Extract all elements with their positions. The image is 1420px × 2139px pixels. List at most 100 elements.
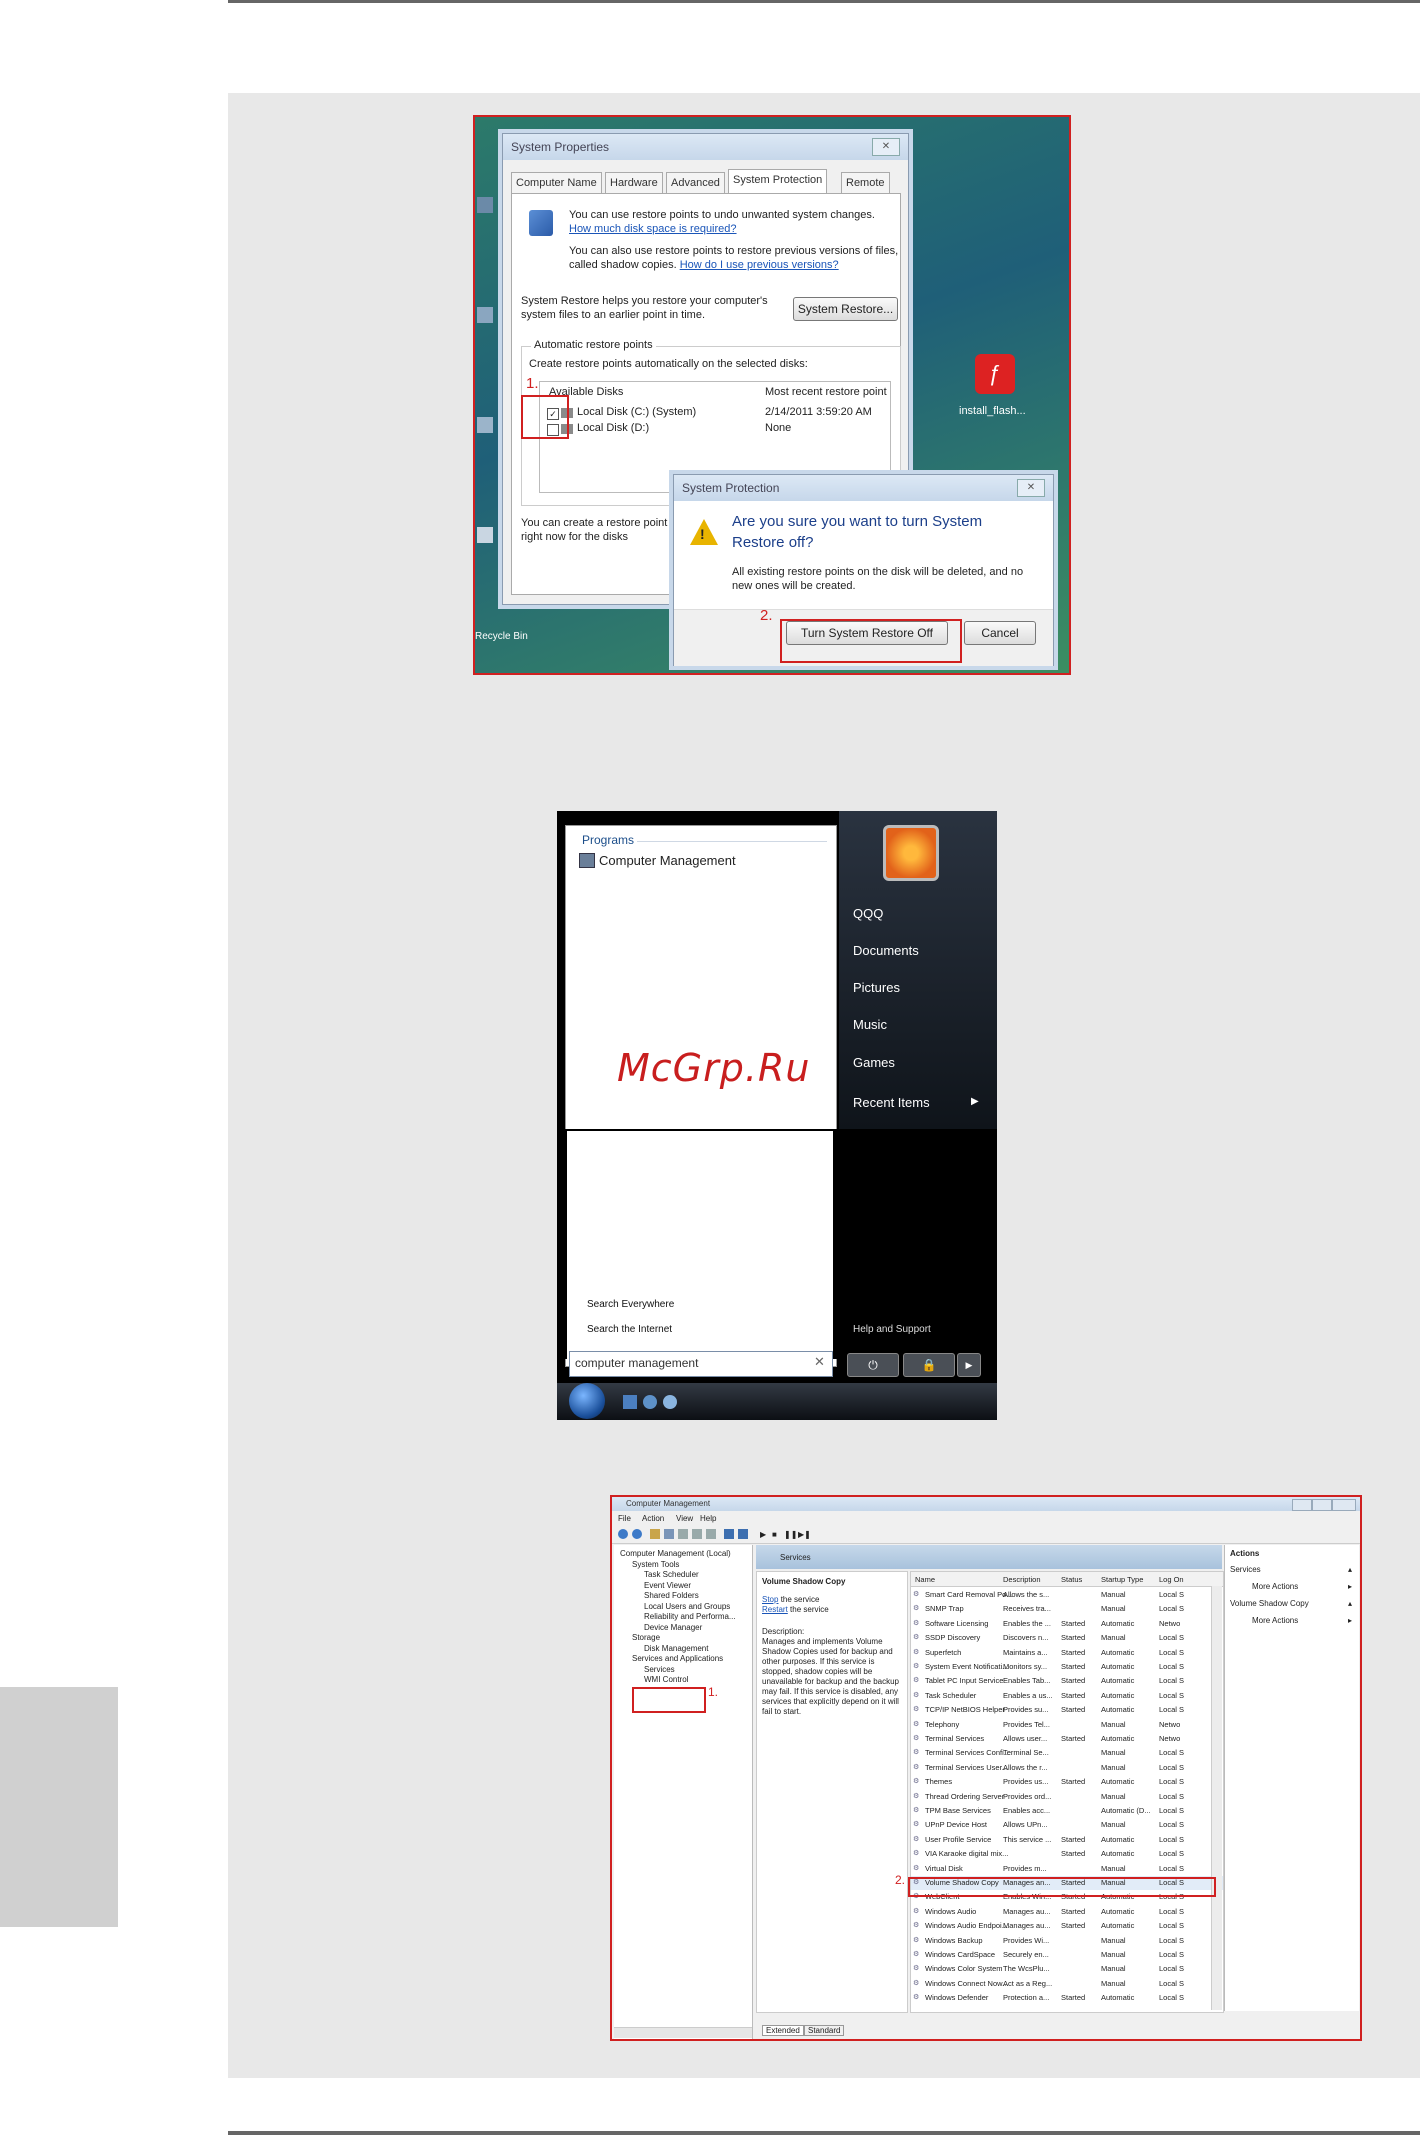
tab-system-protection[interactable]: System Protection bbox=[728, 169, 828, 194]
tab-advanced[interactable]: Advanced bbox=[666, 172, 725, 193]
start-item-games[interactable]: Games bbox=[853, 1055, 895, 1070]
table-scrollbar[interactable] bbox=[1211, 1586, 1222, 2010]
close-icon[interactable] bbox=[1332, 1499, 1356, 1511]
close-icon[interactable]: ✕ bbox=[1017, 479, 1045, 497]
tree-item[interactable]: Services bbox=[644, 1665, 675, 1674]
table-row[interactable]: Tablet PC Input Service Enables Tab... Sta… bbox=[911, 1674, 1223, 1688]
restart-service-link[interactable]: Restart bbox=[762, 1605, 788, 1614]
table-row[interactable]: Virtual Disk Provides m... Manual Local S ⚙ bbox=[911, 1862, 1223, 1876]
search-internet-link[interactable]: Search the Internet bbox=[587, 1324, 672, 1335]
recycle-bin-icon[interactable] bbox=[477, 527, 493, 543]
table-row[interactable]: Windows CardSpace Securely en... Manual Loc… bbox=[911, 1948, 1223, 1962]
clear-search-icon[interactable]: ✕ bbox=[814, 1354, 825, 1370]
desktop-icon[interactable] bbox=[477, 417, 493, 433]
stop-service-link[interactable]: Stop bbox=[762, 1595, 778, 1604]
table-row[interactable]: Telephony Provides Tel... Manual Netwo ⚙ bbox=[911, 1718, 1223, 1732]
quick-launch-icon[interactable] bbox=[643, 1395, 657, 1409]
forward-icon[interactable] bbox=[632, 1529, 642, 1539]
tree-item[interactable]: Storage bbox=[632, 1633, 660, 1642]
table-row[interactable]: System Event Notificati... Monitors sy...… bbox=[911, 1660, 1223, 1674]
menu-help[interactable]: Help bbox=[700, 1514, 716, 1523]
toolbar-icon[interactable] bbox=[692, 1529, 702, 1539]
table-row[interactable]: Windows Color System The WcsPlu... Manual L… bbox=[911, 1962, 1223, 1976]
search-everywhere-link[interactable]: Search Everywhere bbox=[587, 1299, 674, 1310]
lock-button[interactable]: 🔒 bbox=[903, 1353, 955, 1377]
desktop-icon[interactable] bbox=[477, 307, 493, 323]
tree-item[interactable]: Services and Applications bbox=[632, 1654, 723, 1663]
table-row[interactable]: VIA Karaoke digital mix... Started Automat… bbox=[911, 1847, 1223, 1861]
quick-launch-icon[interactable] bbox=[663, 1395, 677, 1409]
start-item-music[interactable]: Music bbox=[853, 1017, 887, 1032]
toolbar-icon[interactable] bbox=[738, 1529, 748, 1539]
restart-icon[interactable]: ▶❚ bbox=[798, 1530, 811, 1539]
tab-computer-name[interactable]: Computer Name bbox=[511, 172, 602, 193]
table-row[interactable]: Themes Provides us... Started Automatic Loca… bbox=[911, 1775, 1223, 1789]
tab-extended[interactable]: Extended bbox=[762, 2025, 804, 2036]
table-row[interactable]: Windows Audio Manages au... Started Automat… bbox=[911, 1905, 1223, 1919]
table-row[interactable]: Thread Ordering Server Provides ord... Man… bbox=[911, 1790, 1223, 1804]
table-row[interactable]: Smart Card Removal Po... Allows the s... M… bbox=[911, 1588, 1223, 1602]
tree-scrollbar[interactable] bbox=[614, 2027, 752, 2038]
tree-item[interactable]: Local Users and Groups bbox=[644, 1602, 730, 1611]
tab-standard[interactable]: Standard bbox=[804, 2025, 845, 2036]
toolbar-icon[interactable] bbox=[724, 1529, 734, 1539]
start-item-recent-items[interactable]: Recent Items bbox=[853, 1095, 930, 1110]
tree-item[interactable]: Device Manager bbox=[644, 1623, 702, 1632]
col-recent-restore[interactable]: Most recent restore point bbox=[765, 386, 887, 398]
table-row[interactable]: Terminal Services User... Allows the r...… bbox=[911, 1761, 1223, 1775]
power-button[interactable]: ⏻ bbox=[847, 1353, 899, 1377]
back-icon[interactable] bbox=[618, 1529, 628, 1539]
col-startup-type[interactable]: Startup Type bbox=[1101, 1575, 1143, 1584]
tab-remote[interactable]: Remote bbox=[841, 172, 890, 193]
start-item-documents[interactable]: Documents bbox=[853, 943, 919, 958]
tree-item[interactable]: Reliability and Performa... bbox=[644, 1612, 736, 1621]
col-name[interactable]: Name bbox=[915, 1575, 935, 1584]
program-result-computer-management[interactable]: Computer Management bbox=[599, 853, 736, 868]
toolbar-icon[interactable] bbox=[650, 1529, 660, 1539]
col-log-on[interactable]: Log On bbox=[1159, 1575, 1184, 1584]
tree-item[interactable]: Event Viewer bbox=[644, 1581, 691, 1590]
flash-installer-icon[interactable]: ƒ bbox=[975, 354, 1015, 394]
action-heading[interactable]: Services bbox=[1230, 1565, 1261, 1574]
stop-icon[interactable]: ■ bbox=[772, 1530, 777, 1539]
action-heading[interactable]: Volume Shadow Copy bbox=[1230, 1599, 1309, 1608]
menu-file[interactable]: File bbox=[618, 1514, 631, 1523]
table-row[interactable]: TPM Base Services Enables acc... Automatic… bbox=[911, 1804, 1223, 1818]
toolbar-icon[interactable] bbox=[706, 1529, 716, 1539]
table-row[interactable]: User Profile Service This service ... Star… bbox=[911, 1833, 1223, 1847]
action-more-actions[interactable]: More Actions bbox=[1252, 1616, 1298, 1625]
table-row[interactable]: Windows Backup Provides Wi... Manual Local … bbox=[911, 1934, 1223, 1948]
table-row[interactable]: TCP/IP NetBIOS Helper Provides su... Start… bbox=[911, 1703, 1223, 1717]
table-row[interactable]: Windows Connect Now... Act as a Reg... Man… bbox=[911, 1977, 1223, 1991]
cancel-button[interactable]: Cancel bbox=[964, 621, 1036, 645]
pause-icon[interactable]: ❚❚ bbox=[784, 1530, 797, 1539]
close-icon[interactable]: ✕ bbox=[872, 138, 900, 156]
power-options-arrow[interactable]: ▶ bbox=[957, 1353, 981, 1377]
system-restore-button[interactable]: System Restore... bbox=[793, 297, 898, 321]
tree-item[interactable]: Disk Management bbox=[644, 1644, 708, 1653]
table-row[interactable]: SSDP Discovery Discovers n... Started Manua… bbox=[911, 1631, 1223, 1645]
table-row[interactable]: Superfetch Maintains a... Started Automatic… bbox=[911, 1646, 1223, 1660]
tree-item[interactable]: System Tools bbox=[632, 1560, 679, 1569]
minimize-icon[interactable] bbox=[1292, 1499, 1312, 1511]
previous-versions-link[interactable]: How do I use previous versions? bbox=[680, 259, 839, 271]
table-row[interactable]: SNMP Trap Receives tra... Manual Local S ⚙ bbox=[911, 1602, 1223, 1616]
col-status[interactable]: Status bbox=[1061, 1575, 1082, 1584]
start-item-qqq[interactable]: QQQ bbox=[853, 906, 883, 921]
table-row[interactable]: Task Scheduler Enables a us... Started Auto… bbox=[911, 1689, 1223, 1703]
start-orb-icon[interactable] bbox=[569, 1383, 605, 1419]
action-more-actions[interactable]: More Actions bbox=[1252, 1582, 1298, 1591]
toolbar-icon[interactable] bbox=[678, 1529, 688, 1539]
table-row[interactable]: Terminal Services Allows user... Started Au… bbox=[911, 1732, 1223, 1746]
toolbar-icon[interactable] bbox=[664, 1529, 674, 1539]
table-row[interactable]: Terminal Services Confi... Terminal Se...… bbox=[911, 1746, 1223, 1760]
start-item-pictures[interactable]: Pictures bbox=[853, 980, 900, 995]
desktop-icon[interactable] bbox=[477, 197, 493, 213]
tree-item[interactable]: Computer Management (Local) bbox=[620, 1549, 731, 1558]
col-description[interactable]: Description bbox=[1003, 1575, 1041, 1584]
table-row[interactable]: Windows Defender Protection a... Started Au… bbox=[911, 1991, 1223, 2005]
tree-item[interactable]: Shared Folders bbox=[644, 1591, 699, 1600]
user-avatar[interactable] bbox=[883, 825, 939, 881]
menu-action[interactable]: Action bbox=[642, 1514, 664, 1523]
help-and-support-item[interactable]: Help and Support bbox=[853, 1324, 931, 1335]
